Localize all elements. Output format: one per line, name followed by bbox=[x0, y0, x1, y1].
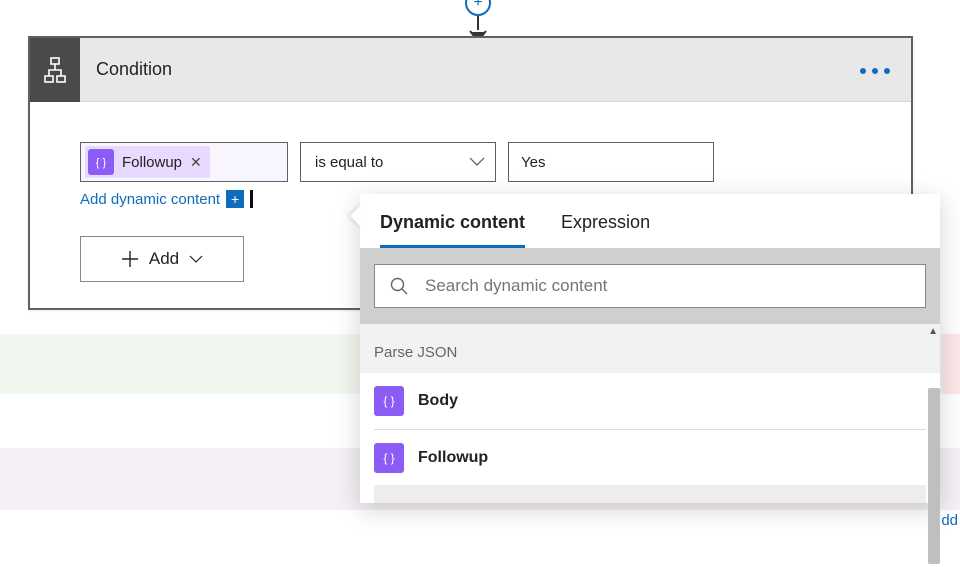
dynamic-token-followup: { } Followup ✕ bbox=[85, 146, 210, 178]
condition-row: { } Followup ✕ is equal to Yes bbox=[80, 142, 861, 182]
dynamic-item-followup[interactable]: { } Followup bbox=[374, 429, 926, 485]
search-box[interactable] bbox=[374, 264, 926, 308]
scrollbar-thumb[interactable] bbox=[928, 388, 940, 564]
json-icon: { } bbox=[88, 149, 114, 175]
condition-right-operand[interactable]: Yes bbox=[508, 142, 714, 182]
search-strip bbox=[360, 248, 940, 324]
dynamic-content-plus-icon[interactable]: + bbox=[226, 190, 244, 208]
operator-label: is equal to bbox=[315, 154, 383, 171]
item-label: Followup bbox=[418, 449, 488, 467]
list-trailing-divider bbox=[374, 485, 926, 503]
card-menu-button[interactable] bbox=[839, 61, 911, 79]
search-icon bbox=[389, 276, 409, 296]
svg-text:{ }: { } bbox=[383, 394, 394, 408]
dynamic-item-body[interactable]: { } Body bbox=[374, 373, 926, 429]
json-icon: { } bbox=[374, 386, 404, 416]
dynamic-items-list: { } Body { } Followup bbox=[360, 373, 940, 485]
chevron-down-icon bbox=[189, 255, 203, 264]
card-title: Condition bbox=[96, 59, 839, 80]
fragment-text: dd bbox=[941, 512, 958, 529]
scroll-up-caret-icon[interactable]: ▲ bbox=[928, 326, 938, 337]
add-dynamic-content-link[interactable]: Add dynamic content bbox=[80, 191, 220, 208]
plus-icon bbox=[121, 250, 139, 268]
add-row-button[interactable]: Add bbox=[80, 236, 244, 282]
json-icon: { } bbox=[374, 443, 404, 473]
svg-text:{ }: { } bbox=[96, 157, 107, 169]
token-remove-icon[interactable]: ✕ bbox=[190, 154, 202, 171]
svg-text:{ }: { } bbox=[383, 451, 394, 465]
item-label: Body bbox=[418, 392, 458, 410]
condition-icon bbox=[30, 38, 80, 102]
token-label: Followup bbox=[122, 154, 182, 171]
card-header: Condition bbox=[30, 38, 911, 102]
popover-pointer bbox=[350, 204, 362, 228]
add-step-plus-icon[interactable]: + bbox=[465, 0, 491, 16]
section-title-text: Parse JSON bbox=[374, 344, 457, 361]
tab-expression[interactable]: Expression bbox=[561, 212, 650, 248]
value-text: Yes bbox=[521, 154, 545, 171]
text-cursor bbox=[250, 190, 253, 208]
search-input[interactable] bbox=[423, 275, 911, 297]
popover-tabs: Dynamic content Expression bbox=[360, 194, 940, 248]
section-parse-json: Parse JSON ▲ bbox=[360, 324, 940, 373]
condition-left-operand[interactable]: { } Followup ✕ bbox=[80, 142, 288, 182]
dynamic-content-popover: Dynamic content Expression Parse JSON ▲ … bbox=[360, 194, 940, 503]
condition-operator-select[interactable]: is equal to bbox=[300, 142, 496, 182]
tab-dynamic-content[interactable]: Dynamic content bbox=[380, 212, 525, 248]
add-button-label: Add bbox=[149, 249, 179, 269]
bg-no-strip bbox=[942, 334, 960, 394]
chevron-down-icon bbox=[469, 157, 485, 167]
